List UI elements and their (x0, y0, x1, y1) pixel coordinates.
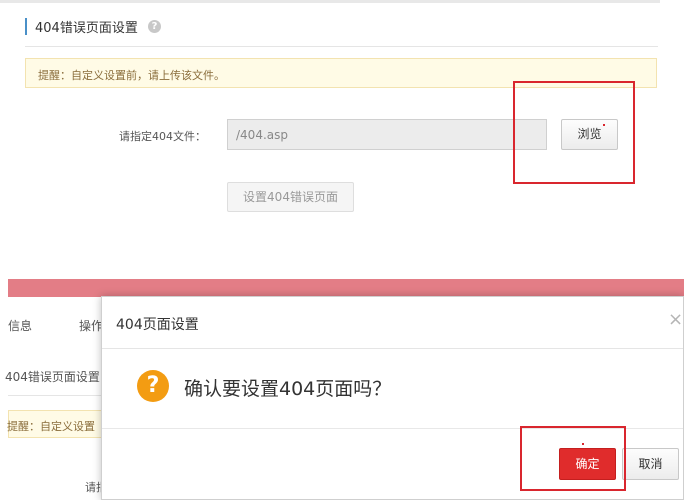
modal-backdrop-band (8, 279, 684, 297)
dialog-message: 确认要设置404页面吗？ (184, 378, 392, 400)
cancel-button[interactable]: 取消 (622, 448, 679, 480)
bg-divider (8, 395, 108, 396)
dialog-header-divider (102, 348, 683, 349)
tip-text: 提醒：自定义设置前，请上传该文件。 (38, 69, 225, 82)
section-title: 404错误页面设置 (35, 21, 138, 36)
highlight-dot-confirm (582, 443, 584, 445)
highlight-box-browse (513, 81, 635, 184)
bg-tab-ops: 操作 (79, 319, 104, 333)
bg-tip-banner: 提醒：自定义设置 (7, 410, 108, 438)
help-icon[interactable]: ? (148, 20, 161, 33)
bg-section-title: 404错误页面设置 (5, 370, 100, 384)
question-icon: ? (137, 370, 169, 402)
close-icon[interactable]: × (668, 311, 683, 329)
set-404-page-button[interactable]: 设置404错误页面 (227, 182, 354, 212)
highlight-box-confirm (520, 426, 626, 491)
bg-tip-text: 提醒：自定义设置 (7, 420, 95, 433)
section-accent-bar (25, 18, 27, 35)
bg-tab-info: 信息 (8, 319, 33, 333)
section-divider (25, 46, 658, 47)
highlight-dot-browse (603, 124, 605, 126)
dialog-title: 404页面设置 (116, 317, 199, 333)
top-divider (0, 0, 660, 3)
file-label: 请指定404文件： (119, 130, 206, 143)
file-path-input[interactable] (227, 119, 547, 150)
